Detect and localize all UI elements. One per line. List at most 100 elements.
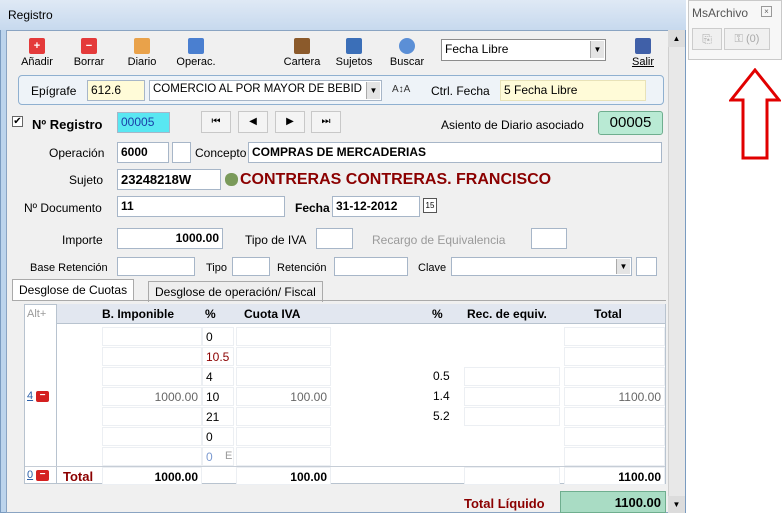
operacion-field[interactable]: 6000 [117,142,169,163]
row6-cuota[interactable] [236,427,331,446]
header-pct: % [205,307,216,321]
operations-button[interactable]: Operac. [173,38,219,68]
sort-az-icon[interactable]: A↕A [392,84,410,95]
row3-pct: 4 [202,367,234,386]
row7-base[interactable] [102,447,202,466]
clave-select[interactable]: ▼ [451,257,632,276]
row2-cuota[interactable] [236,347,331,366]
search-icon [399,38,415,54]
total-cuota: 100.00 [236,467,331,485]
clave-extra-field[interactable] [636,257,657,276]
registro-label: Nº Registro [32,117,103,132]
epigrafe-code-field[interactable]: 612.6 [87,80,145,101]
first-record-button[interactable]: ⏮ [201,111,231,133]
scroll-down-arrow-icon[interactable]: ▼ [668,496,685,513]
row5-cuota[interactable] [236,407,331,426]
total-base: 1000.00 [102,467,202,485]
row3-cuota[interactable] [236,367,331,386]
portfolio-button[interactable]: Cartera [279,38,325,68]
row5-base[interactable] [102,407,202,426]
msarchivo-title: MsArchivo [692,6,749,20]
fecha-label: Fecha [295,201,330,215]
row1-pct: 0 [202,327,234,346]
journal-button[interactable]: Diario [119,38,165,68]
total-total: 1100.00 [564,467,665,485]
next-record-button[interactable]: ▶ [275,111,305,133]
chevron-down-icon: ▼ [616,259,630,274]
row5-pct2: 5.2 [430,407,462,426]
concepto-field[interactable]: COMPRAS DE MERCADERIAS [248,142,662,163]
sujeto-label: Sujeto [69,173,104,187]
delete-button[interactable]: − Borrar [66,38,112,68]
ctrl-fecha-field[interactable]: 5 Fecha Libre [500,80,646,101]
search-button[interactable]: Buscar [384,38,430,68]
retencion-field[interactable] [334,257,408,276]
tipo-iva-field[interactable] [316,228,353,249]
remove-row-button[interactable]: − [36,391,49,402]
row5-pct: 21 [202,407,234,426]
recargo-field[interactable] [531,228,567,249]
last-record-button[interactable]: ⏭ [311,111,341,133]
documento-field[interactable]: 11 [117,196,285,217]
row4-pct2: 1.4 [430,387,462,406]
importe-label: Importe [62,233,103,247]
tab-cuotas[interactable]: Desglose de Cuotas [12,279,135,301]
total-label: Total [63,469,94,484]
vertical-scrollbar[interactable] [668,30,685,513]
registro-checkbox[interactable]: ✔ [12,116,23,127]
row2-total [564,347,665,366]
tab-operacion-fiscal[interactable]: Desglose de operación/ Fiscal [148,281,323,302]
paperclip-icon[interactable]: ⎘ [692,28,722,50]
row4-cuota[interactable]: 100.00 [236,387,331,406]
row-marker: 4 [27,390,34,402]
exit-button[interactable]: Salir [620,38,666,68]
row3-base[interactable] [102,367,202,386]
key-icon: ⚿ [734,33,743,45]
calendar-icon[interactable]: 15 [423,198,437,213]
row1-cuota[interactable] [236,327,331,346]
add-button[interactable]: + Añadir [14,38,60,68]
search-archive-button[interactable]: ⚿ (0) [724,28,770,50]
importe-field[interactable]: 1000.00 [117,228,223,249]
recargo-label: Recargo de Equivalencia [372,233,506,247]
subjects-button[interactable]: Sujetos [331,38,377,68]
row4-rec[interactable] [464,387,560,406]
clave-label: Clave [418,262,447,274]
row7-cuota[interactable] [236,447,331,466]
base-retencion-field[interactable] [117,257,195,276]
row1-base[interactable] [102,327,202,346]
sujeto-id-field[interactable]: 23248218W [117,169,221,190]
asiento-value: 00005 [598,111,663,135]
row1-total [564,327,665,346]
row6-base[interactable] [102,427,202,446]
row7-total [564,447,665,466]
date-filter-select[interactable]: Fecha Libre ▼ [441,39,606,61]
tipo-field[interactable] [232,257,270,276]
operacion-label: Operación [49,146,105,160]
retencion-label: Retención [277,262,327,274]
epigrafe-description-select[interactable]: COMERCIO AL POR MAYOR DE BEBID ▼ [149,80,382,101]
concepto-label: Concepto [195,146,247,160]
close-icon[interactable]: × [761,6,772,17]
total-liquido-label: Total Líquido [464,496,545,511]
row2-base[interactable] [102,347,202,366]
book-icon [134,38,150,54]
row5-rec[interactable] [464,407,560,426]
row4-base[interactable]: 1000.00 [102,387,202,406]
row3-rec[interactable] [464,367,560,386]
row3-pct2: 0.5 [430,367,462,386]
row2-pct: 10.5 [202,347,234,366]
minus-icon: − [81,38,97,54]
row6-total [564,427,665,446]
operacion-extra-field[interactable] [172,142,191,163]
user-search-icon[interactable] [225,173,238,186]
up-arrow-annotation-icon [729,68,781,160]
scroll-up-arrow-icon[interactable]: ▲ [668,30,685,47]
total-liquido-value: 1100.00 [560,491,666,513]
row7-marker: E [225,450,233,462]
briefcase-icon [294,38,310,54]
fecha-field[interactable]: 31-12-2012 [332,196,420,217]
registro-field[interactable]: 00005 [117,112,170,133]
remove-total-button[interactable]: − [36,470,49,481]
prev-record-button[interactable]: ◀ [238,111,268,133]
